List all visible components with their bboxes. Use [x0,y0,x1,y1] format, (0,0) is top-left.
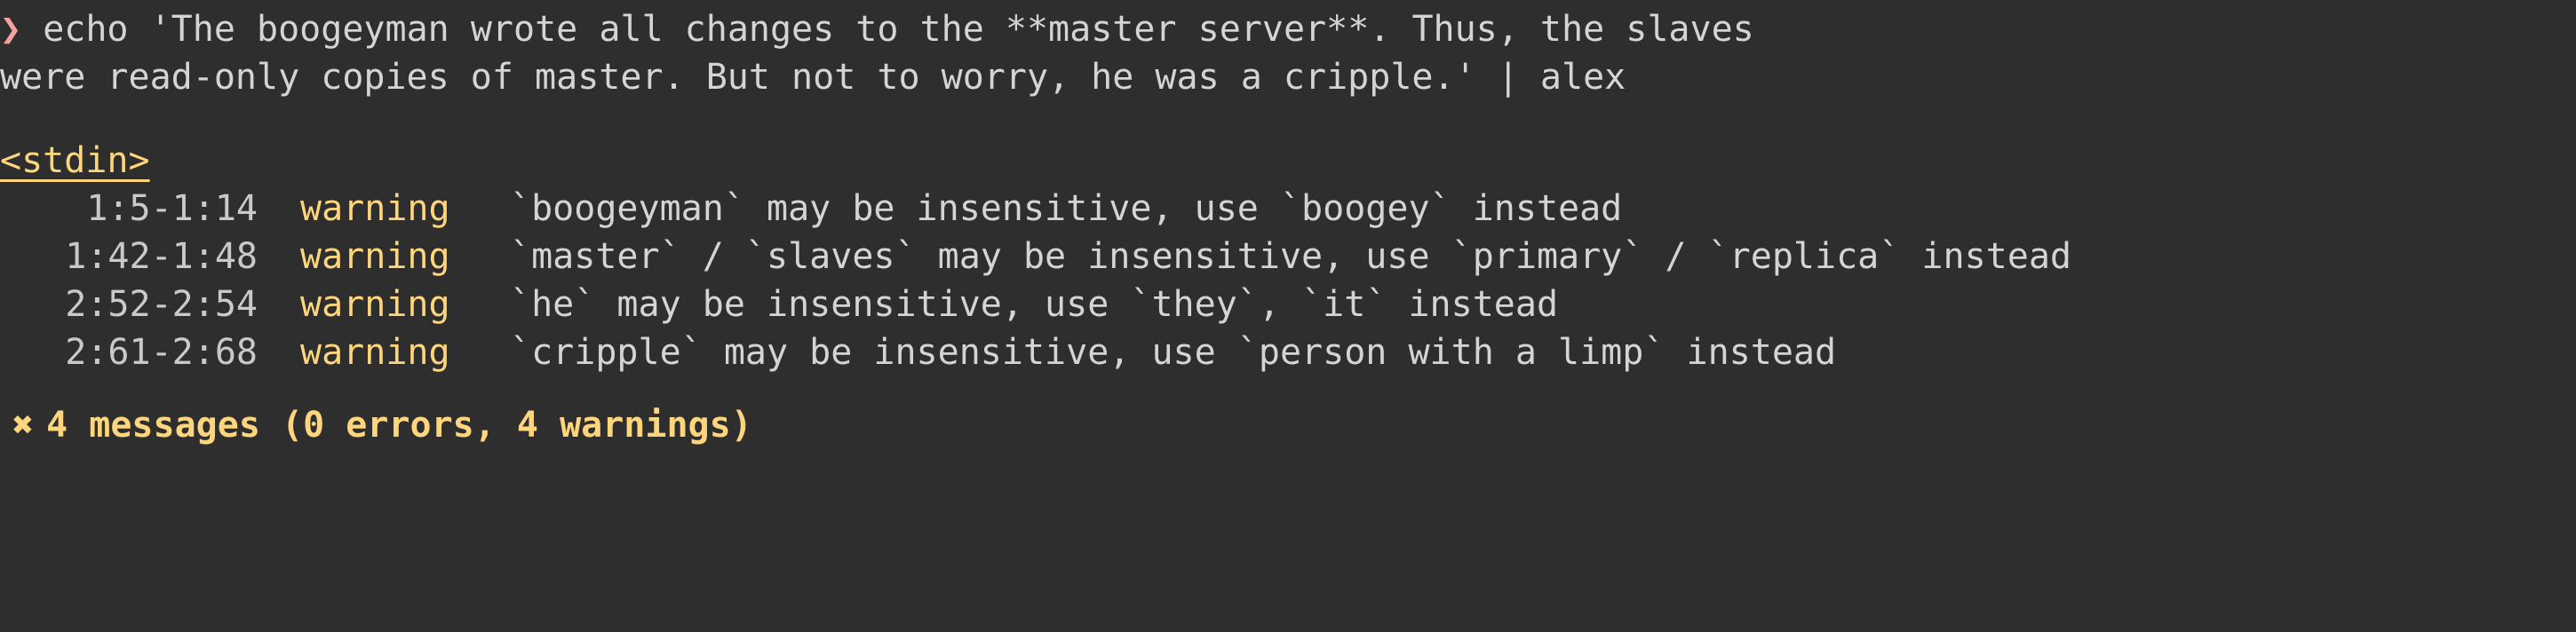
message-severity: warning [300,188,450,229]
command-text-part-2: were read-only copies of master. But not… [0,57,1626,98]
cross-mark-icon: ✖ [12,405,35,446]
spacer-before-summary [0,376,2576,401]
message-position: 1:42-1:48 [65,236,258,277]
message-reason: `he` may be insensitive, use `they`, `it… [510,284,1559,325]
message-row: 2:61-2:68 warning `cripple` may be insen… [0,328,2576,376]
summary-line: ✖ 4 messages (0 errors, 4 warnings) [0,401,2576,449]
file-header-line: <stdin> [0,137,2576,185]
message-reason: `boogeyman` may be insensitive, use `boo… [510,188,1623,229]
command-line-2: were read-only copies of master. But not… [0,53,2576,101]
message-reason: `cripple` may be insensitive, use `perso… [510,332,1837,373]
summary-text: 4 messages (0 errors, 4 warnings) [46,405,752,446]
message-position: 2:52-2:54 [65,284,258,325]
message-position: 1:5-1:14 [86,188,258,229]
message-position: 2:61-2:68 [65,332,258,373]
message-severity: warning [300,332,450,373]
terminal-output: ❯ echo 'The boogeyman wrote all changes … [0,0,2576,632]
message-row: 1:5-1:14 warning `boogeyman` may be inse… [0,185,2576,233]
command-text-line-1 [21,9,43,50]
file-header-stdin: <stdin> [0,140,150,181]
message-severity: warning [300,236,450,277]
prompt-symbol-icon: ❯ [0,9,22,50]
message-row: 2:52-2:54 warning `he` may be insensitiv… [0,280,2576,328]
message-reason: `master` / `slaves` may be insensitive, … [510,236,2071,277]
message-row: 1:42-1:48 warning `master` / `slaves` ma… [0,233,2576,280]
spacer-after-command [0,101,2576,137]
command-line-1: ❯ echo 'The boogeyman wrote all changes … [0,5,2576,53]
message-severity: warning [300,284,450,325]
command-text-part-1: echo 'The boogeyman wrote all changes to… [43,9,1754,50]
